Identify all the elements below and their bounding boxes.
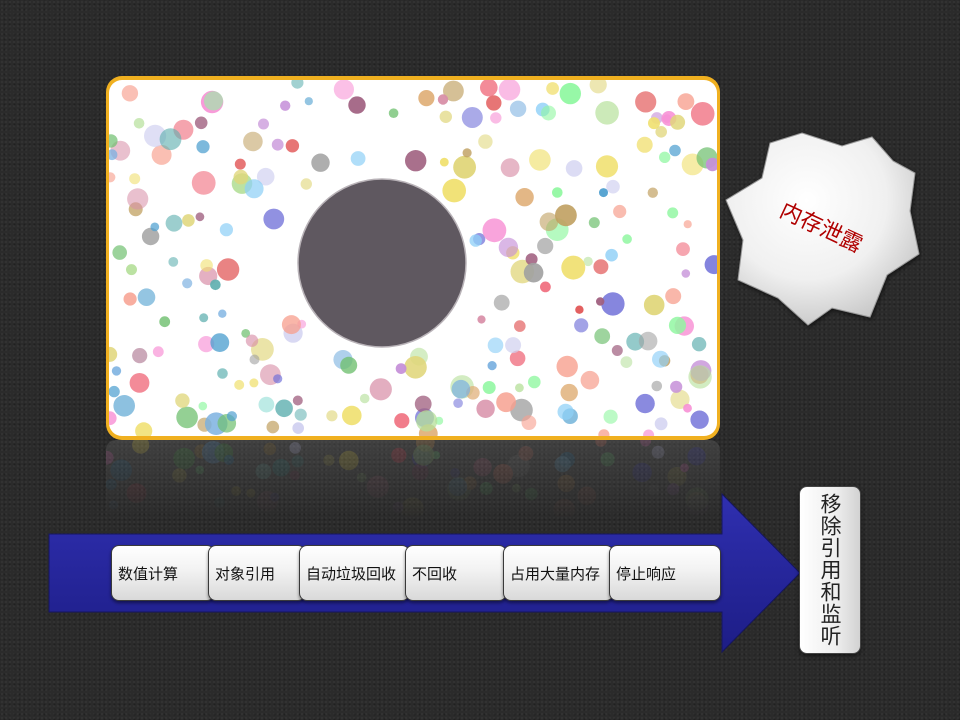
step-label: 不回收 <box>412 564 458 583</box>
step-numeric-calculation: 数值计算 <box>111 545 215 601</box>
step-object-reference: 对象引用 <box>208 545 306 601</box>
step-label: 自动垃圾回收 <box>306 564 397 583</box>
step-stop-responding: 停止响应 <box>609 545 721 601</box>
slide: 数值计算 对象引用 自动垃圾回收 不回收 占用大量内存 停止响应 移除引用和监听… <box>0 0 960 720</box>
step-label: 数值计算 <box>118 564 179 583</box>
remove-references-label: 移除引用和监听 <box>818 493 842 647</box>
step-high-memory-usage: 占用大量内存 <box>503 545 614 601</box>
step-label: 占用大量内存 <box>510 564 601 583</box>
remove-references-box: 移除引用和监听 <box>799 486 861 654</box>
step-label: 对象引用 <box>215 564 276 583</box>
step-not-collected: 不回收 <box>405 545 507 601</box>
step-label: 停止响应 <box>616 564 677 583</box>
step-garbage-collection: 自动垃圾回收 <box>299 545 410 601</box>
